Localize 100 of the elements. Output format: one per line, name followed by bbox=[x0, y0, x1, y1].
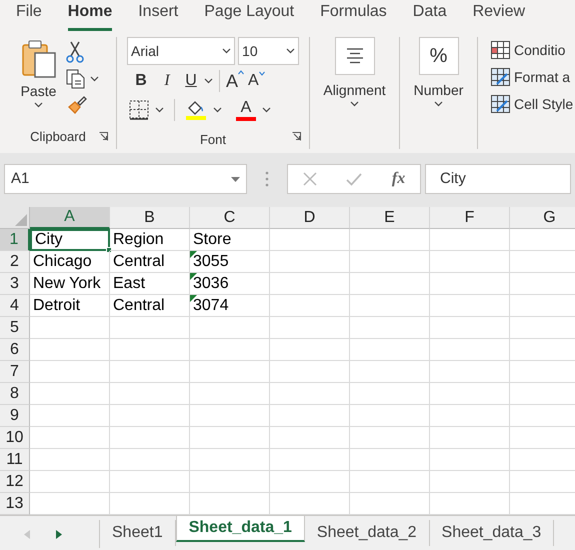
table-cell[interactable]: 3036 bbox=[190, 273, 270, 295]
empty-cell[interactable] bbox=[110, 339, 190, 361]
row-header[interactable]: 11 bbox=[0, 449, 30, 471]
empty-cell[interactable] bbox=[350, 339, 430, 361]
empty-cell[interactable] bbox=[430, 251, 510, 273]
select-all-corner[interactable] bbox=[0, 207, 30, 229]
ribbon-tab[interactable]: Formulas bbox=[320, 0, 387, 31]
table-cell[interactable]: East bbox=[110, 273, 190, 295]
empty-cell[interactable] bbox=[430, 273, 510, 295]
row-header[interactable]: 5 bbox=[0, 317, 30, 339]
empty-cell[interactable] bbox=[110, 405, 190, 427]
scroll-right-icon[interactable] bbox=[56, 530, 62, 538]
table-cell[interactable]: 3074 bbox=[190, 295, 270, 317]
insert-function-button[interactable]: fx bbox=[392, 167, 406, 191]
styles-button[interactable]: Format a bbox=[491, 66, 574, 88]
empty-cell[interactable] bbox=[430, 405, 510, 427]
empty-cell[interactable] bbox=[430, 295, 510, 317]
table-cell[interactable]: Central bbox=[110, 251, 190, 273]
paste-button[interactable]: Paste bbox=[18, 39, 60, 115]
empty-cell[interactable] bbox=[350, 273, 430, 295]
cancel-icon[interactable] bbox=[302, 172, 317, 186]
empty-cell[interactable] bbox=[270, 339, 350, 361]
empty-cell[interactable] bbox=[270, 317, 350, 339]
row-header[interactable]: 8 bbox=[0, 383, 30, 405]
table-cell[interactable]: New York bbox=[30, 273, 110, 295]
empty-cell[interactable] bbox=[270, 427, 350, 449]
underline-button[interactable]: U bbox=[182, 69, 200, 93]
check-icon[interactable] bbox=[346, 172, 362, 186]
empty-cell[interactable] bbox=[190, 471, 270, 493]
drag-handle-icon[interactable] bbox=[265, 171, 269, 187]
row-header[interactable]: 3 bbox=[0, 273, 30, 295]
empty-cell[interactable] bbox=[270, 295, 350, 317]
column-header[interactable]: A bbox=[30, 207, 110, 229]
row-header[interactable]: 13 bbox=[0, 493, 30, 515]
paintbrush-icon[interactable] bbox=[66, 95, 88, 115]
empty-cell[interactable] bbox=[110, 383, 190, 405]
bold-button[interactable]: B bbox=[130, 69, 152, 93]
empty-cell[interactable] bbox=[190, 317, 270, 339]
table-cell[interactable]: Chicago bbox=[30, 251, 110, 273]
dialog-launcher-icon[interactable] bbox=[99, 132, 108, 141]
row-header[interactable]: 1 bbox=[0, 229, 30, 251]
italic-button[interactable]: I bbox=[156, 69, 178, 93]
sheet-tab[interactable]: Sheet_data_1 bbox=[176, 516, 305, 542]
table-cell[interactable]: Region bbox=[110, 229, 190, 251]
empty-cell[interactable] bbox=[110, 471, 190, 493]
copy-icon[interactable] bbox=[66, 69, 86, 89]
empty-cell[interactable] bbox=[430, 229, 510, 251]
empty-cell[interactable] bbox=[430, 383, 510, 405]
formula-input[interactable]: City bbox=[425, 164, 571, 194]
ribbon-tab[interactable]: File bbox=[16, 0, 42, 31]
empty-cell[interactable] bbox=[350, 295, 430, 317]
empty-cell[interactable] bbox=[110, 361, 190, 383]
sheet-tab[interactable]: Sheet_data_2 bbox=[304, 520, 430, 546]
empty-cell[interactable] bbox=[270, 229, 350, 251]
column-header[interactable]: E bbox=[350, 207, 430, 229]
scroll-left-icon[interactable] bbox=[24, 530, 30, 538]
empty-cell[interactable] bbox=[350, 317, 430, 339]
empty-cell[interactable] bbox=[110, 427, 190, 449]
empty-cell[interactable] bbox=[430, 449, 510, 471]
styles-button[interactable]: Cell Style bbox=[491, 93, 574, 115]
empty-cell[interactable] bbox=[270, 471, 350, 493]
empty-cell[interactable] bbox=[430, 317, 510, 339]
row-header[interactable]: 6 bbox=[0, 339, 30, 361]
sheet-tab[interactable]: Sheet_data_3 bbox=[430, 520, 554, 546]
empty-cell[interactable] bbox=[270, 361, 350, 383]
empty-cell[interactable] bbox=[270, 383, 350, 405]
empty-cell[interactable] bbox=[190, 383, 270, 405]
alignment-button[interactable] bbox=[334, 37, 374, 75]
empty-cell[interactable] bbox=[190, 361, 270, 383]
empty-cell[interactable] bbox=[190, 449, 270, 471]
empty-cell[interactable] bbox=[350, 383, 430, 405]
row-header[interactable]: 12 bbox=[0, 471, 30, 493]
row-header[interactable]: 10 bbox=[0, 427, 30, 449]
scissors-icon[interactable] bbox=[66, 41, 84, 63]
increase-font-size-button[interactable]: A bbox=[226, 68, 244, 94]
ribbon-tab[interactable]: Page Layout bbox=[204, 0, 294, 31]
ribbon-tab[interactable]: Data bbox=[412, 0, 447, 31]
ribbon-tab[interactable]: Review bbox=[472, 0, 526, 31]
table-cell[interactable]: Detroit bbox=[30, 295, 110, 317]
number-format-button[interactable]: % bbox=[418, 37, 458, 75]
row-header[interactable]: 4 bbox=[0, 295, 30, 317]
decrease-font-size-button[interactable]: A bbox=[248, 69, 265, 93]
font-color-button[interactable]: A bbox=[236, 99, 256, 121]
empty-cell[interactable] bbox=[350, 449, 430, 471]
fill-bucket-icon[interactable] bbox=[185, 99, 207, 121]
column-header[interactable]: G bbox=[510, 207, 575, 229]
empty-cell[interactable] bbox=[350, 471, 430, 493]
empty-cell[interactable] bbox=[110, 317, 190, 339]
number-label[interactable]: Number bbox=[414, 80, 464, 101]
empty-cell[interactable] bbox=[190, 339, 270, 361]
styles-button[interactable]: Conditio bbox=[491, 39, 574, 61]
empty-cell[interactable] bbox=[270, 251, 350, 273]
alignment-label[interactable]: Alignment bbox=[323, 80, 386, 101]
empty-cell[interactable] bbox=[430, 339, 510, 361]
name-box[interactable]: A1 bbox=[4, 164, 247, 194]
table-cell[interactable]: Store bbox=[190, 229, 270, 251]
empty-cell[interactable] bbox=[350, 361, 430, 383]
empty-cell[interactable] bbox=[190, 405, 270, 427]
dialog-launcher-icon[interactable] bbox=[292, 132, 301, 141]
empty-cell[interactable] bbox=[430, 427, 510, 449]
